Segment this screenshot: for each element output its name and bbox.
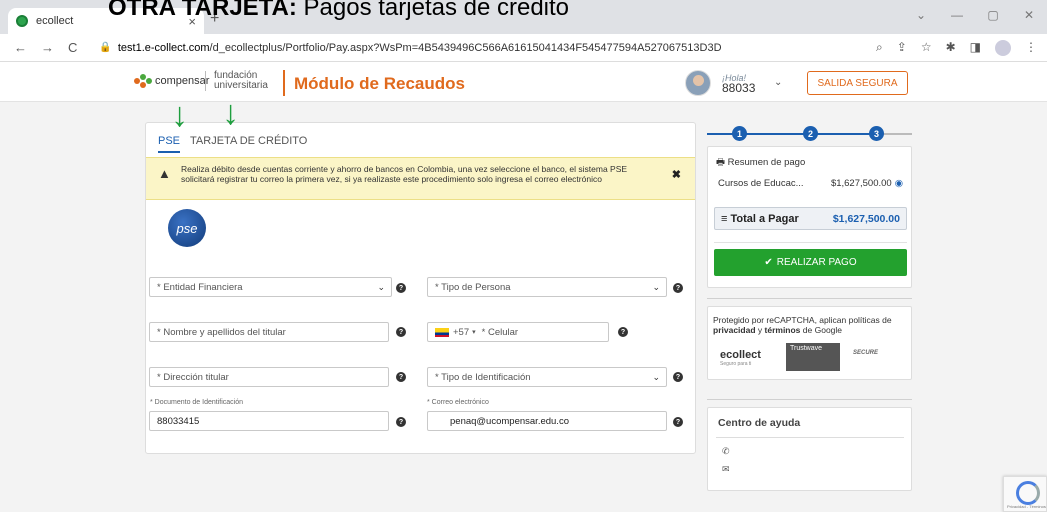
help-icon[interactable]: ? [673,372,683,382]
help-icon[interactable]: ? [396,283,406,293]
divider [714,242,907,243]
compensar-logo: compensar [134,74,209,88]
divider [707,399,912,400]
phone-icon[interactable]: ✆ [722,446,730,457]
divider [716,437,904,438]
profile-icon[interactable] [995,39,1011,56]
maximize-button[interactable]: ▢ [975,8,1011,22]
chevron-down-icon: ⌄ [377,282,385,292]
forward-icon[interactable]: → [41,40,54,55]
sidepanel-icon[interactable]: ◨ [970,40,981,56]
documento-input[interactable]: 88033415 [149,411,389,431]
url-text[interactable]: test1.e-collect.com/d_ecollectplus/Portf… [118,42,722,54]
close-window-button[interactable]: ✕ [1011,8,1047,22]
tab-search-icon[interactable]: ⌄ [903,8,939,22]
envelope-icon[interactable]: ✉ [722,464,730,475]
divider [707,298,912,299]
privacy-link[interactable]: privacidad [713,325,756,335]
help-icon[interactable]: ? [396,372,406,382]
chevron-down-icon[interactable]: ⌄ [774,77,782,88]
header-divider [283,70,285,96]
nombre-titular-input[interactable]: * Nombre y apellidos del titular [149,322,389,342]
celular-placeholder: * Celular [481,326,519,338]
total-label: ≡ Total a Pagar [721,212,799,225]
country-code[interactable]: +57 [453,327,469,338]
help-icon[interactable]: ? [396,417,406,427]
ecollect-badge: ecollect Seguro para ti [720,349,761,367]
user-greeting[interactable]: ¡Hola! 88033 [722,73,755,94]
address-bar: ← → C 🔒 test1.e-collect.com/d_ecollectpl… [0,34,1047,62]
nav-buttons: ← → C [0,40,91,55]
realizar-pago-button[interactable]: ✔ REALIZAR PAGO [714,249,907,276]
trustwave-badge: Trustwave [786,343,840,371]
chevron-down-icon: ⌄ [652,282,660,292]
pse-logo: pse [168,209,206,247]
help-icon[interactable]: ? [618,327,628,337]
ecollect-favicon-icon [16,15,28,27]
tab-pse[interactable]: PSE [158,135,181,153]
terms-link[interactable]: términos [765,325,801,335]
tipo-persona-select[interactable]: * Tipo de Persona ⌄ [427,277,667,297]
close-icon[interactable]: ✖ [672,168,681,181]
user-avatar[interactable] [685,70,711,96]
annotation-arrow-down-icon: ↓ [222,94,239,132]
bookmark-star-icon[interactable]: ☆ [921,40,932,56]
chevron-down-icon: ⌄ [652,372,660,382]
help-icon[interactable]: ? [673,417,683,427]
window-controls: ⌄ — ▢ ✕ [903,8,1047,22]
browser-toolbar-icons: ⌕ ⇪ ☆ ✱ ◨ ⋮ [876,39,1037,56]
lock-icon[interactable]: 🔒 [99,42,111,53]
share-icon[interactable]: ⇪ [897,40,907,56]
step-1: 1 [732,126,747,141]
summary-title: 🖶 Resumen de pago [716,157,806,168]
check-circle-icon: ✔ [764,257,773,268]
total-amount: $1,627,500.00 [832,212,900,225]
progress-steps: 1 2 3 [707,124,912,144]
zoom-icon[interactable]: ⌕ [876,40,883,56]
payment-method-tabs: PSE TARJETA DE CRÉDITO [158,135,307,153]
tipo-identificacion-select[interactable]: * Tipo de Identificación ⌄ [427,367,667,387]
payment-summary-panel: 🖶 Resumen de pago Cursos de Educac... $1… [707,146,912,288]
help-icon[interactable]: ? [396,327,406,337]
entidad-financiera-select[interactable]: * Entidad Financiera ⌄ [149,277,392,297]
alert-text: Realiza débito desde cuentas corriente y… [181,164,628,184]
minimize-button[interactable]: — [939,8,975,22]
help-center-title: Centro de ayuda [718,417,801,429]
fundacion-logo: fundación universitaria [205,71,268,91]
celular-input[interactable]: +57 ▾ * Celular [427,322,609,342]
eye-icon[interactable]: ◉ [895,178,903,189]
back-icon[interactable]: ← [14,40,27,55]
caret-icon: ▾ [472,329,476,336]
reload-icon[interactable]: C [68,40,77,55]
email-input[interactable]: penaq@ucompensar.edu.co [427,411,667,431]
help-center-box: Centro de ayuda ✆ ✉ [707,407,912,491]
annotation-arrow-down-icon: ↓ [171,96,188,134]
recaptcha-text: Protegido por reCAPTCHA, aplican polític… [713,315,892,335]
secure-badge: SECURE [853,350,879,356]
step-3: 3 [869,126,884,141]
total-box: ≡ Total a Pagar $1,627,500.00 [714,207,907,230]
documento-label: * Documento de Identificación [150,399,243,406]
compensar-dots-icon [134,74,152,88]
slide-heading: OTRA TARJETA: Pagos tarjetas de credito [108,0,570,21]
item-amount: $1,627,500.00 [830,178,892,189]
pse-info-alert: ▲ Realiza débito desde cuentas corriente… [146,157,695,200]
step-2: 2 [803,126,818,141]
extensions-icon[interactable]: ✱ [946,40,956,56]
colombia-flag-icon [435,327,449,337]
direccion-titular-input[interactable]: * Dirección titular [149,367,389,387]
item-name: Cursos de Educac... [718,178,804,189]
recaptcha-notice-box: Protegido por reCAPTCHA, aplican polític… [707,306,912,380]
menu-kebab-icon[interactable]: ⋮ [1025,40,1037,56]
warning-icon: ▲ [158,166,171,181]
receipt-icon: 🖶 [716,157,725,168]
module-title: Módulo de Recaudos [294,74,465,93]
logout-button[interactable]: SALIDA SEGURA [807,71,908,95]
summary-item-row: Cursos de Educac... $1,627,500.00 ◉ [718,178,903,189]
help-icon[interactable]: ? [673,283,683,293]
app-header: compensar fundación universitaria Módulo… [0,62,1047,102]
recaptcha-badge[interactable]: Privacidad - Términos [1003,476,1047,512]
tab-credit-card[interactable]: TARJETA DE CRÉDITO [190,135,307,153]
email-label: * Correo electrónico [427,399,489,406]
